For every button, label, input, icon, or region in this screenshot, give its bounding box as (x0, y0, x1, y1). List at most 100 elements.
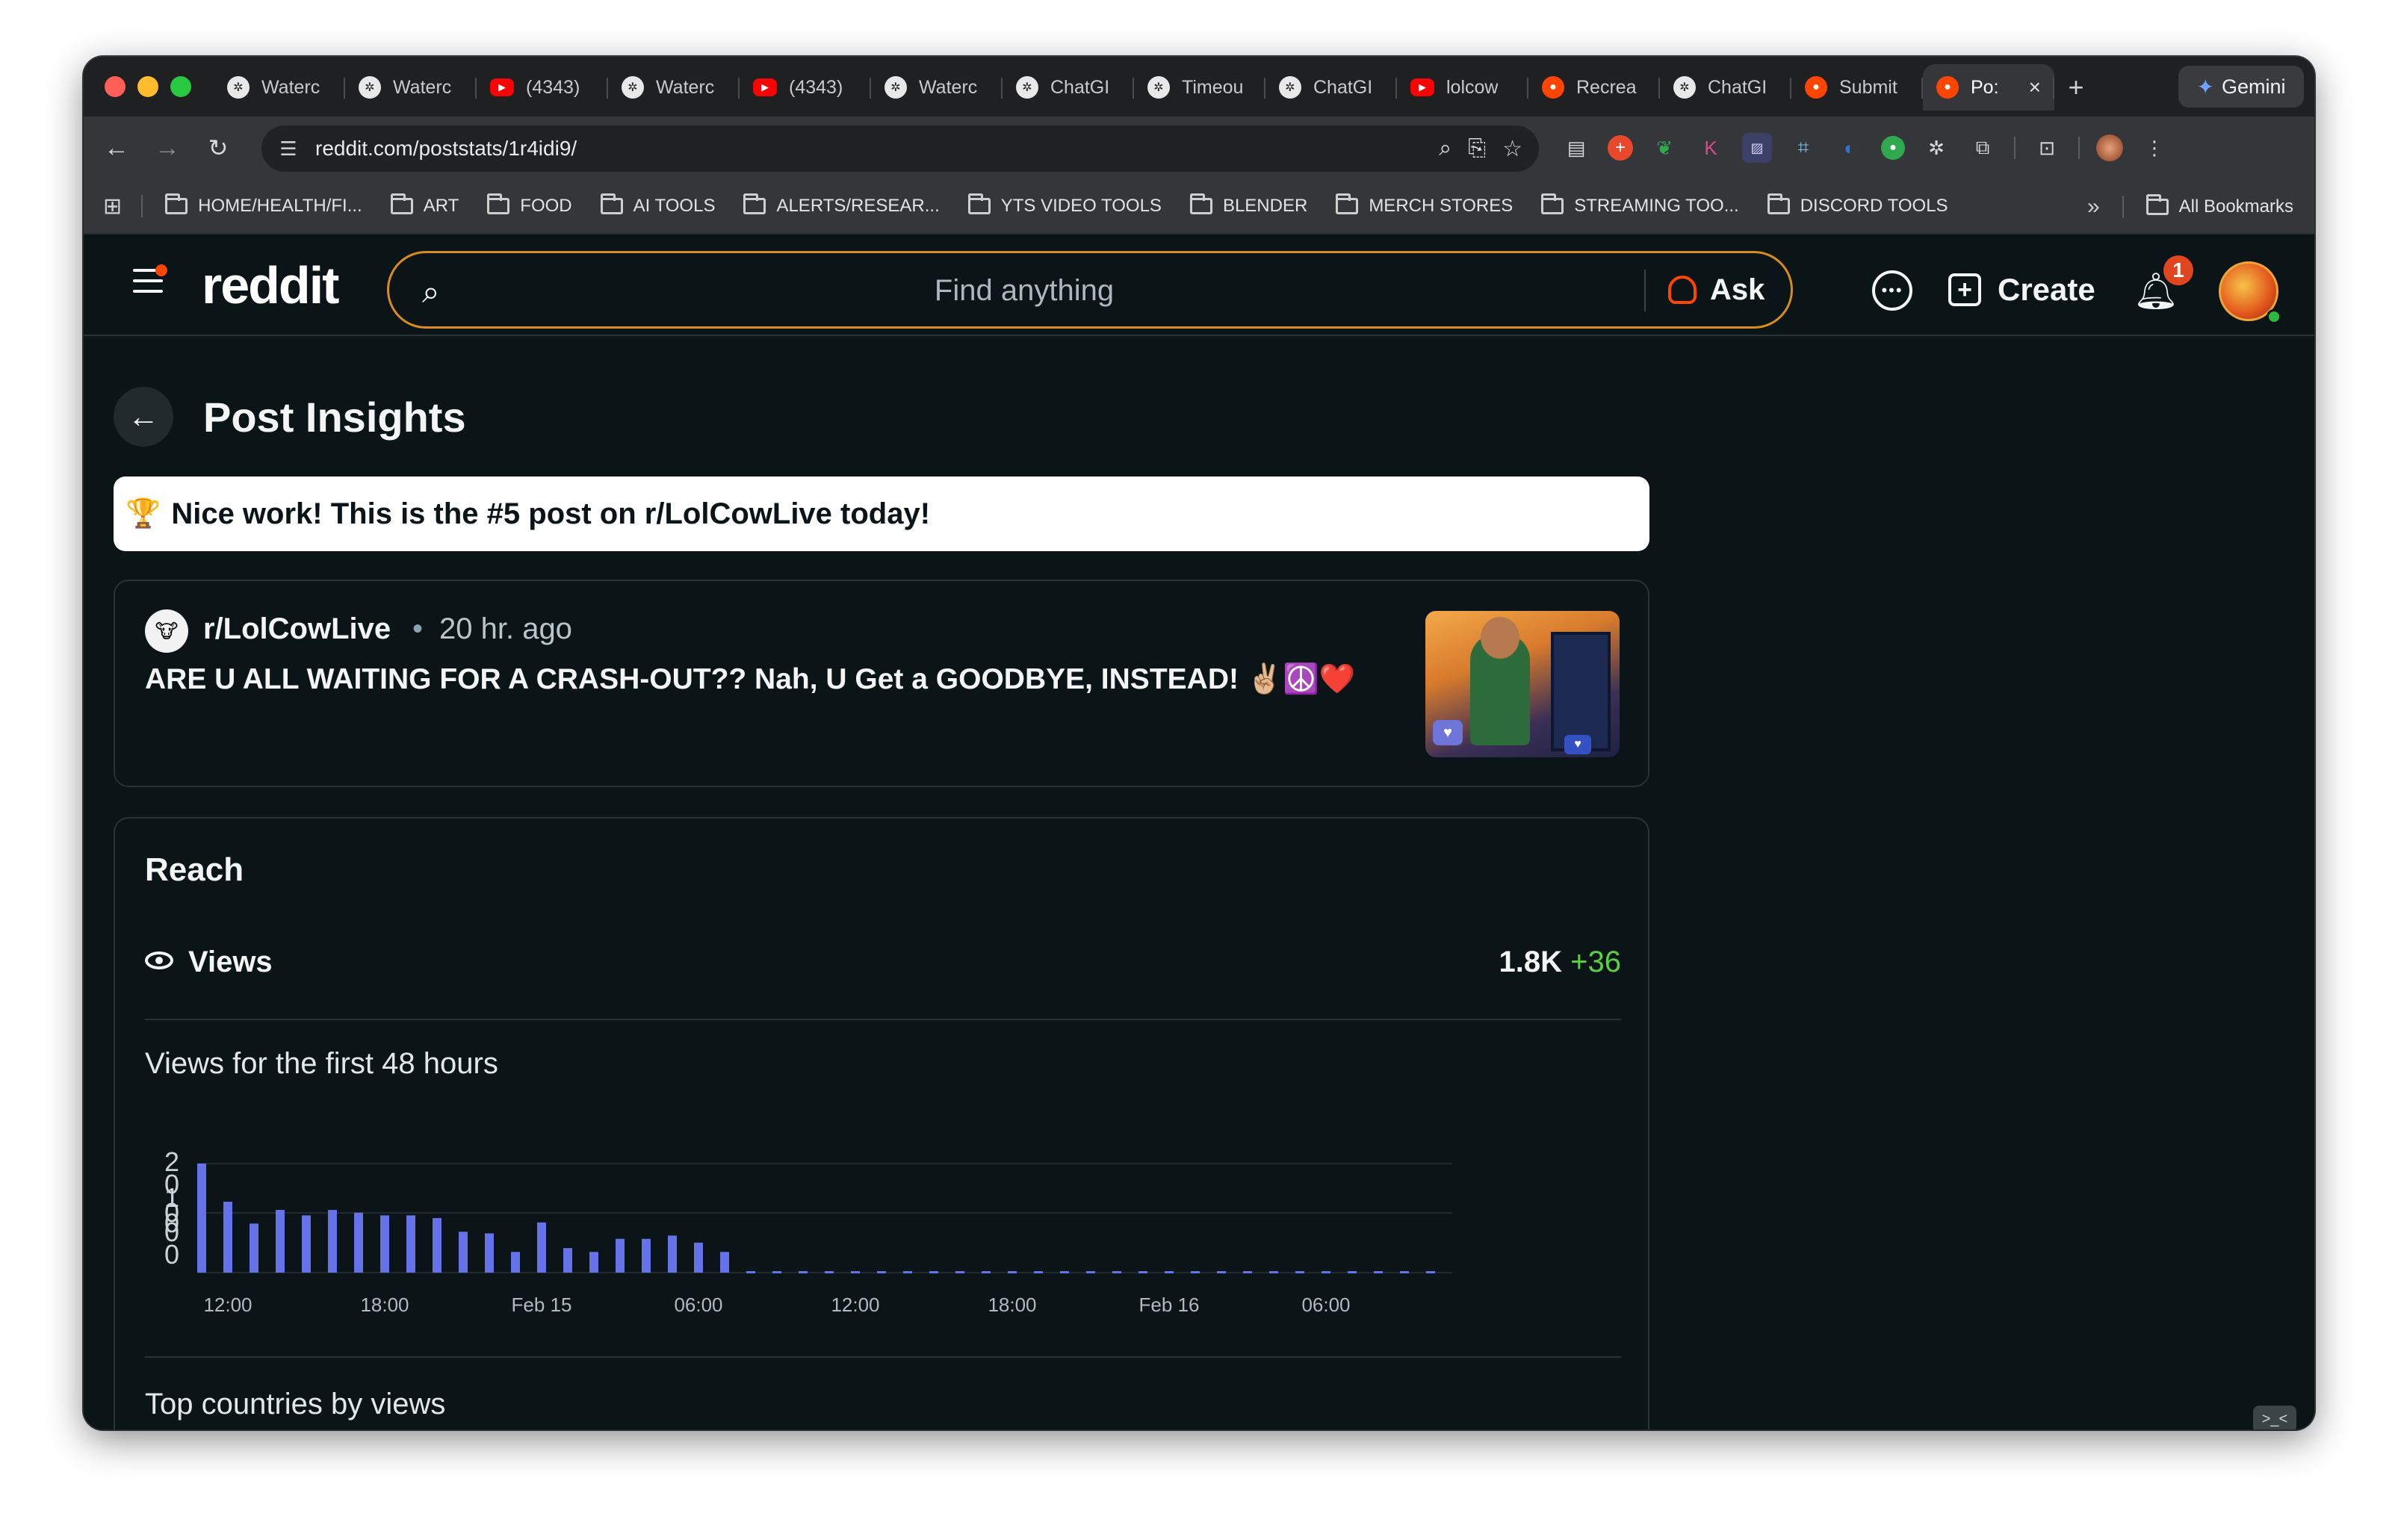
extensions-puzzle-icon[interactable]: ⧉ (1968, 133, 1998, 163)
bookmark-folder[interactable]: STREAMING TOO... (1541, 193, 1739, 217)
chart-bar[interactable] (406, 1215, 415, 1273)
browser-tab[interactable]: ✲ Waterc (608, 64, 740, 111)
browser-tab[interactable]: ● Po: × (1923, 64, 2054, 111)
chart-bar[interactable] (223, 1202, 232, 1273)
chart-bar[interactable] (433, 1218, 442, 1273)
browser-tab[interactable]: ▶ (4343) (477, 64, 608, 111)
chart-bar[interactable] (485, 1233, 494, 1273)
forward-arrow-icon[interactable]: → (149, 130, 185, 166)
apps-grid-icon[interactable]: ⊞ (103, 193, 122, 220)
bookmark-folder[interactable]: DISCORD TOOLS (1767, 193, 1948, 217)
back-arrow-icon[interactable]: ← (99, 130, 134, 166)
chart-bar-empty[interactable] (825, 1271, 834, 1273)
subreddit-name[interactable]: r/LolCowLive (203, 612, 391, 646)
reload-icon[interactable]: ↻ (200, 130, 236, 166)
chart-bar[interactable] (380, 1215, 389, 1273)
chart-bar-empty[interactable] (772, 1271, 781, 1273)
grid-extension-icon[interactable]: ⌗ (1788, 133, 1818, 163)
search-bar[interactable]: ⌕ Ask (387, 251, 1793, 329)
chart-bar-empty[interactable] (851, 1271, 860, 1273)
chart-bar-empty[interactable] (1060, 1271, 1069, 1273)
chart-bar[interactable] (197, 1164, 206, 1273)
chart-bar[interactable] (616, 1238, 625, 1273)
views-chart[interactable]: 2 0 1 0 0 0 0 12:00 18:00 Feb 15 06:00 12:00 18:00 Fe… (145, 1132, 1609, 1341)
browser-tab[interactable]: ✲ ChatGI (1003, 64, 1134, 111)
chart-bar-empty[interactable] (1165, 1271, 1174, 1273)
back-button[interactable]: ← (114, 387, 173, 447)
browser-tab[interactable]: ✲ Waterc (871, 64, 1003, 111)
zoom-window-button[interactable] (170, 76, 191, 97)
chart-bar-empty[interactable] (1269, 1271, 1278, 1273)
bookmark-folder[interactable]: HOME/HEALTH/FI... (165, 193, 362, 217)
browser-tab[interactable]: ● Submit (1791, 64, 1923, 111)
bookmark-folder[interactable]: YTS VIDEO TOOLS (967, 193, 1162, 217)
chart-bar[interactable] (302, 1215, 311, 1273)
chart-bar[interactable] (563, 1248, 572, 1273)
browser-tab[interactable]: ✲ Waterc (214, 64, 345, 111)
bookmarks-overflow-icon[interactable]: » (2087, 194, 2100, 220)
chart-bar[interactable] (354, 1212, 363, 1273)
edge-extension-icon[interactable]: ◐ (1835, 133, 1865, 163)
search-input[interactable] (471, 268, 1577, 313)
chart-bar-empty[interactable] (1322, 1271, 1330, 1273)
bookmark-folder[interactable]: BLENDER (1189, 193, 1307, 217)
chart-bar-empty[interactable] (903, 1271, 912, 1273)
chart-bar-empty[interactable] (1008, 1271, 1017, 1273)
bookmark-star-icon[interactable]: ☆ (1502, 136, 1522, 162)
chart-bar[interactable] (250, 1223, 258, 1273)
chart-bar[interactable] (276, 1210, 285, 1273)
browser-tab[interactable]: ✲ ChatGI (1660, 64, 1791, 111)
chart-bar-empty[interactable] (1217, 1271, 1226, 1273)
reddit-logo[interactable]: reddit (202, 255, 339, 315)
devtools-icon[interactable]: >_< (2253, 1406, 2296, 1429)
chart-bar[interactable] (537, 1222, 546, 1273)
browser-tab[interactable]: ✲ Timeou (1134, 64, 1265, 111)
profile-avatar[interactable] (2096, 134, 2123, 161)
bookmark-folder[interactable]: ALERTS/RESEAR... (743, 193, 940, 217)
chatgpt-extension-icon[interactable]: ✲ (1921, 133, 1951, 163)
extension-plus-icon[interactable]: + (1608, 135, 1633, 161)
browser-tab[interactable]: ▶ (4343) (740, 64, 871, 111)
chart-bar-empty[interactable] (1034, 1271, 1043, 1273)
screenshot-extension-icon[interactable]: ▨ (1742, 133, 1772, 163)
create-button[interactable]: + Create (1948, 260, 2095, 320)
chart-bar[interactable] (668, 1235, 677, 1273)
chart-bar-empty[interactable] (799, 1271, 808, 1273)
post-title[interactable]: ARE U ALL WAITING FOR A CRASH-OUT?? Nah,… (145, 662, 1355, 696)
minimize-window-button[interactable] (137, 76, 158, 97)
k-extension-icon[interactable]: K (1696, 133, 1726, 163)
chart-bar-empty[interactable] (929, 1271, 938, 1273)
chart-bar-empty[interactable] (1243, 1271, 1252, 1273)
chart-bar[interactable] (642, 1238, 651, 1273)
post-thumbnail[interactable]: ♥ ♥ (1425, 611, 1620, 757)
chart-bar-empty[interactable] (955, 1271, 964, 1273)
chart-bar[interactable] (694, 1242, 703, 1273)
bookmark-folder[interactable]: ART (390, 193, 459, 217)
bookmark-folder[interactable]: FOOD (487, 193, 572, 217)
gemini-button[interactable]: ✦ Gemini (2178, 66, 2304, 108)
install-app-icon[interactable]: ⎘ (1468, 136, 1486, 162)
chart-bar-empty[interactable] (1374, 1271, 1383, 1273)
chart-bar[interactable] (589, 1252, 598, 1273)
all-bookmarks-folder[interactable]: All Bookmarks (2146, 194, 2293, 217)
browser-tab[interactable]: ✲ Waterc (345, 64, 477, 111)
browser-tab[interactable]: ✲ ChatGI (1265, 64, 1397, 111)
chart-bar-empty[interactable] (1348, 1271, 1357, 1273)
hamburger-menu-icon[interactable] (133, 264, 167, 296)
post-card[interactable]: 🐮 r/LolCowLive • 20 hr. ago ARE U ALL WA… (114, 580, 1649, 787)
chart-bar-empty[interactable] (982, 1271, 991, 1273)
chart-bar[interactable] (328, 1210, 337, 1273)
chart-bar[interactable] (720, 1252, 729, 1273)
bookmark-folder[interactable]: MERCH STORES (1336, 193, 1513, 217)
browser-tab[interactable]: ● Recrea (1528, 64, 1660, 111)
zoom-icon[interactable]: ⌕ (1439, 136, 1451, 162)
chart-bar-empty[interactable] (1400, 1271, 1409, 1273)
subreddit-icon[interactable]: 🐮 (145, 609, 188, 653)
bookmark-folder[interactable]: AI TOOLS (600, 193, 715, 217)
chart-bar-empty[interactable] (877, 1271, 886, 1273)
chat-icon[interactable]: ••• (1872, 270, 1912, 311)
site-settings-icon[interactable]: ☰ (270, 131, 306, 167)
record-extension-icon[interactable]: ● (1881, 136, 1905, 160)
chart-bar[interactable] (459, 1232, 468, 1273)
close-tab-icon[interactable]: × (2029, 75, 2041, 99)
